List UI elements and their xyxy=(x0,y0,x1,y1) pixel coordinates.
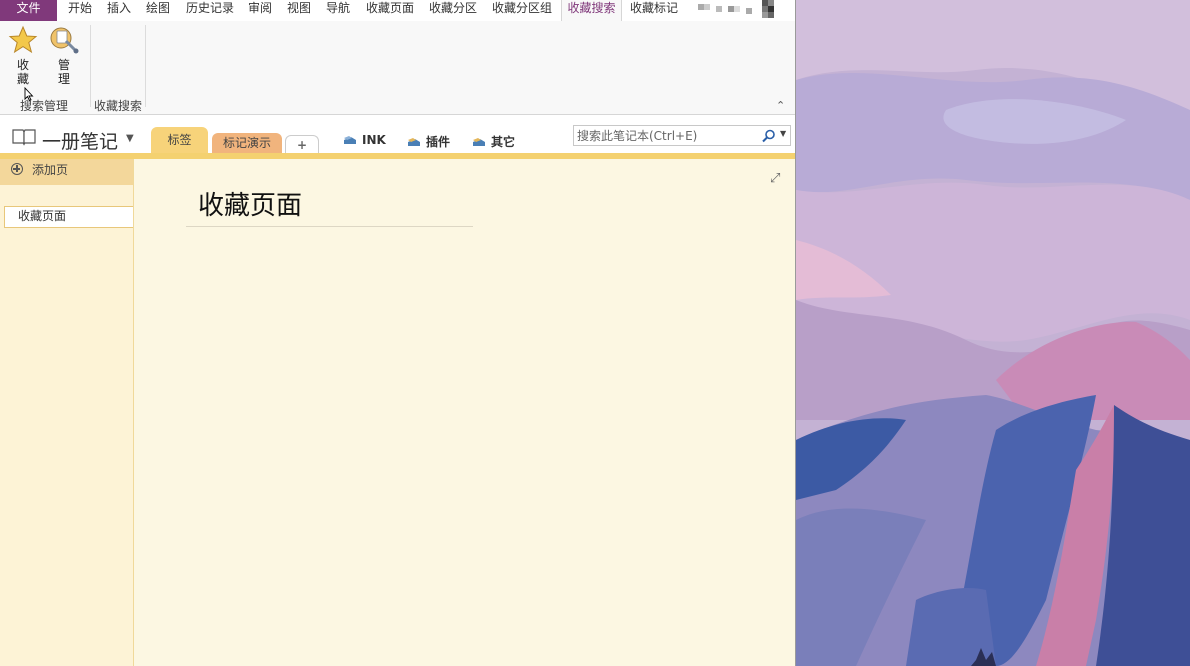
tab-home[interactable]: 开始 xyxy=(64,0,96,21)
group-label-favorite-search: 收藏搜索 xyxy=(94,99,143,113)
search-icon[interactable] xyxy=(762,129,776,143)
collapse-ribbon-icon[interactable]: ⌃ xyxy=(776,99,785,112)
expand-icon[interactable]: ⤢ xyxy=(770,171,780,186)
ribbon: 收藏 管理 搜索管理 收藏搜索 ⌃ xyxy=(0,21,795,115)
chevron-down-icon[interactable]: ▼ xyxy=(126,133,134,144)
star-icon xyxy=(8,25,38,54)
add-page-label: 添加页 xyxy=(32,163,69,177)
notebook-link-plugins[interactable]: 插件 xyxy=(407,133,450,150)
ribbon-separator xyxy=(90,25,91,107)
notebook-link-other[interactable]: 其它 xyxy=(472,133,515,150)
tab-insert[interactable]: 插入 xyxy=(103,0,135,21)
onenote-window: 文件 开始 插入 绘图 历史记录 审阅 视图 导航 收藏页面 收藏分区 收藏分区… xyxy=(0,0,796,666)
tools-icon xyxy=(50,27,79,54)
section-group-icon xyxy=(344,136,356,144)
add-section-button[interactable]: + xyxy=(285,135,319,153)
add-page-button[interactable]: 添加页 xyxy=(0,159,133,185)
manage-button-label: 管理 xyxy=(58,58,71,86)
notebook-link-ink[interactable]: INK xyxy=(343,133,386,147)
mouse-cursor-icon xyxy=(24,87,34,101)
manage-button[interactable]: 管理 xyxy=(47,25,81,86)
tab-favorite-pages[interactable]: 收藏页面 xyxy=(362,0,418,21)
search-scope-dropdown-icon[interactable]: ▼ xyxy=(780,129,786,138)
account-avatar[interactable] xyxy=(696,0,786,18)
tab-favorite-sections[interactable]: 收藏分区 xyxy=(425,0,481,21)
favorite-button[interactable]: 收藏 xyxy=(6,25,40,86)
notebook-name[interactable]: 一册笔记 xyxy=(42,127,118,154)
tab-file[interactable]: 文件 xyxy=(0,0,57,21)
tab-navigation[interactable]: 导航 xyxy=(322,0,354,21)
ribbon-tab-bar: 文件 开始 插入 绘图 历史记录 审阅 视图 导航 收藏页面 收藏分区 收藏分区… xyxy=(0,0,795,22)
tab-favorite-tags[interactable]: 收藏标记 xyxy=(626,0,682,21)
section-tab-tags[interactable]: 标签 xyxy=(151,127,208,153)
section-tab-demo[interactable]: 标记演示 xyxy=(212,133,282,153)
title-underline xyxy=(186,226,473,227)
tab-favorite-section-groups[interactable]: 收藏分区组 xyxy=(488,0,556,21)
favorite-button-label: 收藏 xyxy=(17,58,30,86)
notebook-link-label: 插件 xyxy=(426,135,451,149)
notebook-search[interactable]: ▼ xyxy=(573,125,791,146)
tab-favorite-search[interactable]: 收藏搜索 xyxy=(561,0,622,22)
page-title[interactable]: 收藏页面 xyxy=(198,185,302,222)
ribbon-separator xyxy=(145,25,146,107)
section-group-icon xyxy=(473,138,485,146)
notebook-icon xyxy=(12,129,36,146)
tab-draw[interactable]: 绘图 xyxy=(142,0,174,21)
tab-review[interactable]: 审阅 xyxy=(244,0,276,21)
notebook-link-label: INK xyxy=(362,133,386,147)
page-list-item[interactable]: 收藏页面 xyxy=(4,206,133,228)
tab-view[interactable]: 视图 xyxy=(283,0,315,21)
notebook-link-label: 其它 xyxy=(491,135,516,149)
search-input[interactable] xyxy=(577,127,759,144)
tab-history[interactable]: 历史记录 xyxy=(182,0,238,21)
desktop-wallpaper xyxy=(796,0,1190,666)
page-list-pane: 添加页 收藏页面 xyxy=(0,159,134,666)
add-circle-icon xyxy=(11,163,23,175)
section-group-icon xyxy=(408,138,420,146)
page-canvas[interactable]: 收藏页面 ⤢ xyxy=(134,159,795,666)
notebook-bar: 一册笔记 ▼ 标签 标记演示 + INK 插件 其它 ▼ xyxy=(0,115,795,154)
